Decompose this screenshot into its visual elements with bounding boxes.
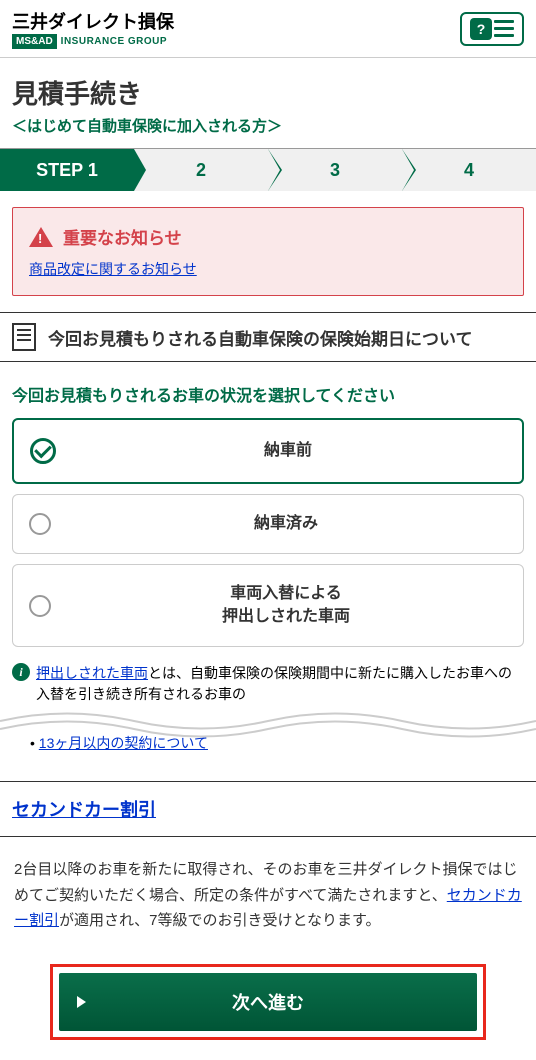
info-icon: i [12, 663, 30, 681]
next-button-wrapper: 次へ進む [50, 964, 486, 1040]
page-subtitle: ＜はじめて自動車保険に加入される方＞ [12, 115, 524, 136]
logo-area: 三井ダイレクト損保 MS&AD INSURANCE GROUP [12, 8, 174, 49]
progress-bar: STEP 1 2 3 4 [0, 149, 536, 191]
option-replacement[interactable]: 車両入替による 押出しされた車両 [12, 564, 524, 647]
company-name: 三井ダイレクト損保 [12, 8, 174, 34]
second-car-section: セカンドカー割引 [0, 781, 536, 837]
menu-button[interactable]: ? [460, 12, 524, 46]
description-text: 2台目以降のお車を新たに取得され、そのお車を三井ダイレクト損保ではじめてご契約い… [0, 837, 536, 954]
radio-icon [29, 595, 51, 617]
pushed-out-vehicle-link[interactable]: 押出しされた車両 [36, 665, 148, 681]
notice-box: 重要なお知らせ 商品改定に関するお知らせ [12, 207, 524, 296]
group-line: MS&AD INSURANCE GROUP [12, 34, 174, 49]
option-before-delivery[interactable]: 納車前 [12, 418, 524, 484]
page-header: 三井ダイレクト損保 MS&AD INSURANCE GROUP ? [0, 0, 536, 58]
step-2: 2 [134, 149, 268, 191]
section-header: 今回お見積もりされる自動車保険の保険始期日について [0, 312, 536, 362]
notice-link[interactable]: 商品改定に関するお知らせ [29, 261, 197, 277]
msad-badge: MS&AD [12, 34, 57, 49]
radio-icon [29, 513, 51, 535]
second-car-title-link[interactable]: セカンドカー割引 [12, 800, 156, 820]
option-label: 納車済み [65, 513, 507, 535]
section-title: 今回お見積もりされる自動車保険の保険始期日について [48, 325, 473, 350]
step-3: 3 [268, 149, 402, 191]
next-button[interactable]: 次へ進む [59, 973, 477, 1031]
notice-header: 重要なお知らせ [29, 224, 507, 249]
step-1: STEP 1 [0, 149, 134, 191]
warning-icon [29, 227, 53, 247]
check-icon [30, 438, 56, 464]
question-text: 今回お見積もりされるお車の状況を選択してください [0, 362, 536, 418]
option-label: 車両入替による 押出しされた車両 [65, 583, 507, 628]
play-icon [77, 996, 86, 1008]
hamburger-icon [494, 20, 514, 37]
page-title: 見積手続き [12, 74, 524, 111]
title-section: 見積手続き ＜はじめて自動車保険に加入される方＞ [0, 58, 536, 149]
step-4: 4 [402, 149, 536, 191]
document-icon [12, 323, 36, 351]
notice-title: 重要なお知らせ [63, 224, 182, 249]
group-text: INSURANCE GROUP [61, 36, 167, 47]
option-delivered[interactable]: 納車済み [12, 494, 524, 554]
wave-divider [0, 701, 536, 741]
option-list: 納車前 納車済み 車両入替による 押出しされた車両 [0, 418, 536, 647]
help-icon: ? [470, 18, 492, 40]
option-label: 納車前 [70, 440, 506, 462]
